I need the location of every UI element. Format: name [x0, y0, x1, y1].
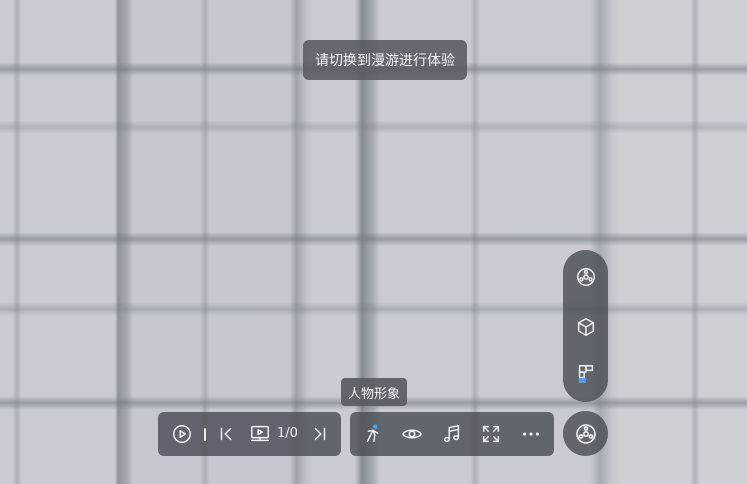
panorama-icon — [575, 266, 597, 288]
mode-toggle-button[interactable] — [563, 411, 608, 456]
figure-button[interactable] — [359, 420, 387, 448]
fullscreen-icon — [480, 423, 502, 445]
view-mode-bar — [563, 250, 608, 402]
tooltip-text: 人物形象 — [348, 386, 401, 402]
page-counter: 1/0 — [277, 426, 298, 441]
floorplan-icon — [575, 363, 597, 385]
next-icon — [308, 423, 330, 445]
toast-message: 请切换到漫游进行体验 — [303, 40, 467, 80]
player-controls: 1/0 — [158, 412, 341, 456]
model-mode-button[interactable] — [571, 312, 600, 341]
eye-icon — [401, 423, 423, 445]
toast-text: 请切换到漫游进行体验 — [315, 53, 455, 69]
slideshow-icon — [249, 423, 271, 445]
play-icon — [171, 423, 193, 445]
music-button[interactable] — [438, 420, 466, 448]
figure-icon — [362, 423, 384, 445]
slideshow-button[interactable] — [246, 420, 274, 448]
model-3d-icon — [575, 316, 597, 338]
tool-controls — [350, 412, 554, 456]
divider — [204, 428, 206, 441]
tooltip: 人物形象 — [341, 378, 408, 406]
panorama-mode-button[interactable] — [571, 262, 600, 291]
previous-button[interactable] — [213, 420, 241, 448]
view-button[interactable] — [398, 420, 426, 448]
floorplan-mode-button[interactable] — [571, 359, 600, 388]
more-icon — [520, 423, 542, 445]
music-icon — [441, 423, 463, 445]
panorama-icon — [574, 422, 598, 446]
more-button[interactable] — [517, 420, 545, 448]
play-button[interactable] — [168, 420, 196, 448]
next-button[interactable] — [305, 420, 333, 448]
fullscreen-button[interactable] — [477, 420, 505, 448]
previous-icon — [216, 423, 238, 445]
